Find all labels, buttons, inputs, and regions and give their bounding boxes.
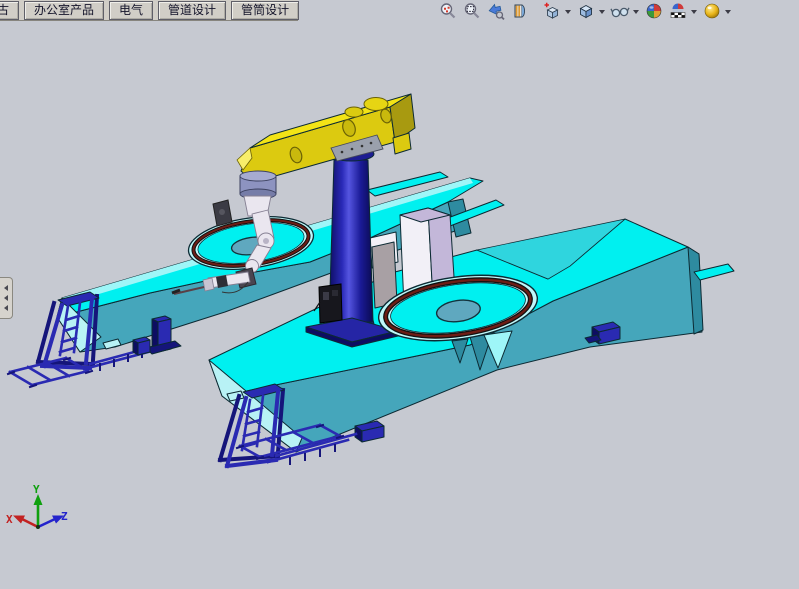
display-style-button[interactable] — [575, 0, 597, 22]
tab-tubing-design[interactable]: 管筒设计 — [231, 1, 299, 20]
robot-boom[interactable] — [237, 94, 415, 182]
display-style-icon — [577, 2, 595, 20]
chevron-left-icon — [1, 305, 8, 311]
edit-appearance-icon — [645, 2, 663, 20]
view-orientation-button[interactable] — [541, 0, 563, 22]
triad-x-label: X — [6, 513, 13, 526]
zoom-to-fit-icon — [439, 2, 457, 20]
section-view-icon — [511, 2, 529, 20]
edit-appearance-button[interactable] — [643, 0, 665, 22]
hide-show-items-dropdown[interactable] — [633, 10, 639, 17]
zoom-to-area-icon — [463, 2, 481, 20]
beam-bracket-left-2[interactable] — [133, 337, 150, 355]
command-tab-strip: 古 办公室产品 电气 管道设计 管筒设计 — [0, 0, 298, 21]
hide-show-items-icon — [610, 2, 630, 20]
previous-view-button[interactable] — [485, 0, 507, 22]
apply-scene-icon — [669, 2, 687, 20]
zoom-to-fit-button[interactable] — [437, 0, 459, 22]
triad-z-label: Z — [61, 510, 68, 523]
graphics-viewport[interactable]: Y X Z — [0, 21, 799, 589]
view-settings-dropdown[interactable] — [725, 10, 731, 17]
previous-view-icon — [487, 2, 505, 20]
hide-show-items-button[interactable] — [609, 0, 631, 22]
tab-piping-design[interactable]: 管道设计 — [158, 1, 226, 20]
apply-scene-dropdown[interactable] — [691, 10, 697, 17]
zoom-to-area-button[interactable] — [461, 0, 483, 22]
tab-office-products[interactable]: 办公室产品 — [24, 1, 104, 20]
solidworks-window: { "palette": { "bg": "#c6c9d1", "toolbar… — [0, 0, 799, 589]
tab-electrical[interactable]: 电气 — [109, 1, 153, 20]
display-style-dropdown[interactable] — [599, 10, 605, 17]
view-settings-button[interactable] — [701, 0, 723, 22]
section-view-button[interactable] — [509, 0, 531, 22]
triad-y-label: Y — [33, 483, 40, 496]
view-orientation-icon — [543, 2, 561, 20]
view-toolbar — [437, 0, 733, 21]
view-orientation-dropdown[interactable] — [565, 10, 571, 17]
chevron-left-icon — [1, 285, 8, 291]
tab-partial[interactable]: 古 — [0, 1, 19, 20]
reference-triad: Y X Z — [6, 483, 68, 529]
feature-panel-toggle[interactable] — [0, 277, 13, 319]
view-settings-icon — [703, 2, 721, 20]
apply-scene-button[interactable] — [667, 0, 689, 22]
chevron-left-icon — [1, 295, 8, 301]
